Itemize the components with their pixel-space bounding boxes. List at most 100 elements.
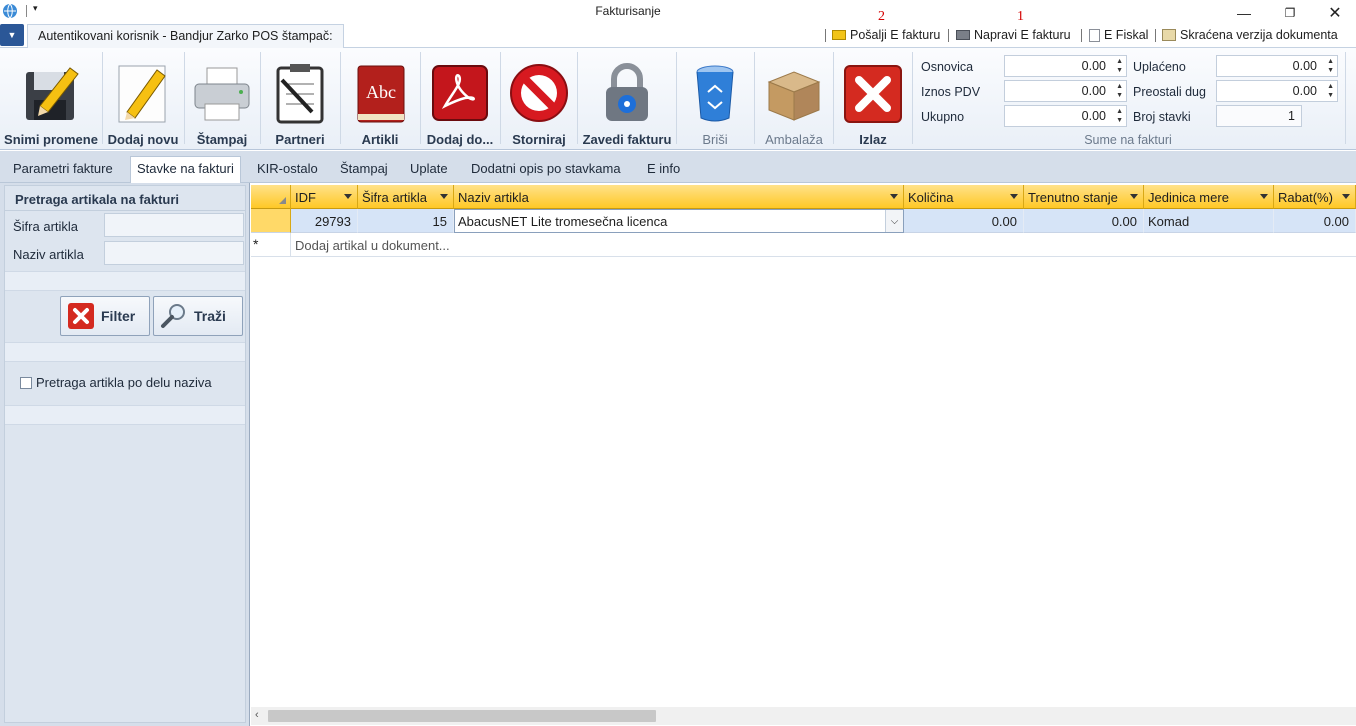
tab-bar: Parametri fakture Stavke na fakturi KIR-…	[0, 151, 1356, 184]
cell-kolicina[interactable]: 0.00	[904, 209, 1024, 233]
column-header-sifra[interactable]: Šifra artikla	[358, 185, 454, 209]
dropdown-arrow-icon[interactable]	[440, 194, 448, 199]
tab-stampaj[interactable]: Štampaj	[334, 157, 394, 183]
corner-triangle-icon	[279, 197, 286, 204]
scroll-left-icon[interactable]: ‹	[255, 709, 259, 721]
tab-kir-ostalo[interactable]: KIR-ostalo	[251, 157, 324, 183]
partneri-button[interactable]: Partneri	[261, 48, 339, 150]
column-header-naziv[interactable]: Naziv artikla	[454, 185, 904, 209]
brisi-button[interactable]: Briši	[677, 48, 753, 150]
spin-icon[interactable]: ▲ ▼	[1116, 107, 1123, 125]
annotation-2: 2	[878, 9, 885, 24]
printer-icon	[190, 60, 254, 126]
cell-idf[interactable]: 29793	[291, 209, 358, 233]
filter-x-icon	[67, 302, 95, 330]
preostali-dug-field[interactable]: 0.00 ▲ ▼	[1216, 80, 1338, 102]
clipboard-checklist-icon	[268, 60, 332, 126]
page-icon	[1089, 28, 1100, 42]
minimize-icon[interactable]: —	[1221, 0, 1267, 26]
tab-stavke-na-fakturi[interactable]: Stavke na fakturi	[130, 156, 241, 184]
efiskal-link[interactable]: E Fiskal	[1089, 28, 1148, 42]
dodaj-novu-button[interactable]: Dodaj novu	[103, 48, 183, 150]
skracena-verzija-link[interactable]: Skraćena verzija dokumenta	[1162, 28, 1338, 42]
window-title: Fakturisanje	[595, 4, 661, 18]
link-separator	[1155, 29, 1156, 42]
column-header-trenutno-stanje[interactable]: Trenutno stanje	[1024, 185, 1144, 209]
ukupno-field[interactable]: 0.00 ▲ ▼	[1004, 105, 1127, 127]
napravi-efakturu-link[interactable]: Napravi E fakturu	[956, 28, 1071, 42]
restore-icon[interactable]: ❐	[1267, 0, 1313, 26]
uplaceno-label: Uplaćeno	[1133, 60, 1186, 74]
cell-jedinica-mere[interactable]: Komad	[1144, 209, 1274, 233]
combo-chevron-down-icon[interactable]: ⌵	[885, 210, 903, 232]
column-header-kolicina[interactable]: Količina	[904, 185, 1024, 209]
close-window-icon[interactable]: ✕	[1312, 0, 1356, 26]
grid-corner	[251, 185, 291, 209]
spin-icon[interactable]: ▲ ▼	[1116, 57, 1123, 75]
iznos-pdv-label: Iznos PDV	[921, 85, 981, 99]
cell-sifra[interactable]: 15	[358, 209, 454, 233]
naziv-artikla-label: Naziv artikla	[13, 247, 84, 262]
dropdown-arrow-icon[interactable]	[1130, 194, 1138, 199]
sifra-artikla-label: Šifra artikla	[13, 219, 79, 234]
partial-search-label: Pretraga artikla po delu naziva	[36, 375, 212, 390]
filter-button[interactable]: Filter	[60, 296, 150, 336]
horizontal-scrollbar[interactable]: ‹	[251, 707, 1356, 725]
column-header-idf[interactable]: IDF	[291, 185, 358, 209]
sifra-artikla-input[interactable]	[104, 213, 244, 237]
zavedi-fakturu-button[interactable]: Zavedi fakturu	[578, 48, 676, 150]
new-row-marker: *	[251, 233, 291, 257]
uplaceno-field[interactable]: 0.00 ▲ ▼	[1216, 55, 1338, 77]
tab-e-info[interactable]: E info	[641, 157, 686, 183]
dropdown-arrow-icon[interactable]	[890, 194, 898, 199]
row-indicator[interactable]	[251, 209, 291, 233]
scrollbar-thumb[interactable]	[268, 710, 656, 722]
link-separator	[1081, 29, 1082, 42]
sums-group-caption: Sume na fakturi	[1084, 133, 1172, 147]
add-item-placeholder[interactable]: Dodaj artikal u dokument...	[291, 233, 1356, 257]
cell-rabat[interactable]: 0.00	[1274, 209, 1356, 233]
snimi-promene-button[interactable]: Snimi promene	[0, 48, 102, 150]
search-panel: Pretraga artikala na fakturi Šifra artik…	[0, 183, 250, 726]
title-bar: ▾ Fakturisanje — ❐ ✕	[0, 0, 1356, 24]
column-header-jedinica-mere[interactable]: Jedinica mere	[1144, 185, 1274, 209]
exit-x-icon	[841, 60, 905, 126]
cell-naziv-editor[interactable]: AbacusNET Lite tromesečna licenca ⌵	[454, 209, 904, 233]
recycle-bin-icon	[683, 60, 747, 126]
preostali-dug-label: Preostali dug	[1133, 85, 1206, 99]
artikli-button[interactable]: Abc Artikli	[341, 48, 419, 150]
naziv-artikla-input[interactable]	[104, 241, 244, 265]
tab-parametri-fakture[interactable]: Parametri fakture	[7, 157, 119, 183]
storniraj-button[interactable]: Storniraj	[501, 48, 577, 150]
spin-icon[interactable]: ▲ ▼	[1327, 57, 1334, 75]
table-doc-icon	[1162, 29, 1176, 41]
posalji-efakturu-link[interactable]: Pošalji E fakturu	[832, 28, 940, 42]
app-menu-button[interactable]: ▼	[0, 24, 24, 46]
ambalaza-button[interactable]: Ambalaža	[755, 48, 833, 150]
dodaj-dokument-button[interactable]: Dodaj do...	[421, 48, 499, 150]
link-separator	[948, 29, 949, 42]
ribbon-separator	[1345, 52, 1346, 144]
ribbon-tab-user[interactable]: Autentikovani korisnik - Bandjur Zarko P…	[27, 24, 344, 48]
dropdown-arrow-icon[interactable]	[1342, 194, 1350, 199]
save-disk-icon	[19, 60, 83, 126]
new-document-pencil-icon	[111, 60, 175, 126]
spin-icon[interactable]: ▲ ▼	[1327, 82, 1334, 100]
dropdown-arrow-icon[interactable]	[1010, 194, 1018, 199]
stampaj-button[interactable]: Štampaj	[185, 48, 259, 150]
dropdown-arrow-icon[interactable]	[344, 194, 352, 199]
divider	[5, 210, 245, 211]
osnovica-field[interactable]: 0.00 ▲ ▼	[1004, 55, 1127, 77]
column-header-rabat[interactable]: Rabat(%)	[1274, 185, 1356, 209]
trazi-button[interactable]: Traži	[153, 296, 243, 336]
tab-dodatni-opis[interactable]: Dodatni opis po stavkama	[465, 157, 627, 183]
izlaz-button[interactable]: Izlaz	[834, 48, 912, 150]
spin-icon[interactable]: ▲ ▼	[1116, 82, 1123, 100]
iznos-pdv-field[interactable]: 0.00 ▲ ▼	[1004, 80, 1127, 102]
cell-trenutno-stanje[interactable]: 0.00	[1024, 209, 1144, 233]
ribbon-header: ▼ Autentikovani korisnik - Bandjur Zarko…	[0, 9, 1356, 48]
partial-search-checkbox[interactable]	[20, 377, 32, 389]
ribbon-separator	[912, 52, 913, 144]
dropdown-arrow-icon[interactable]	[1260, 194, 1268, 199]
tab-uplate[interactable]: Uplate	[404, 157, 454, 183]
